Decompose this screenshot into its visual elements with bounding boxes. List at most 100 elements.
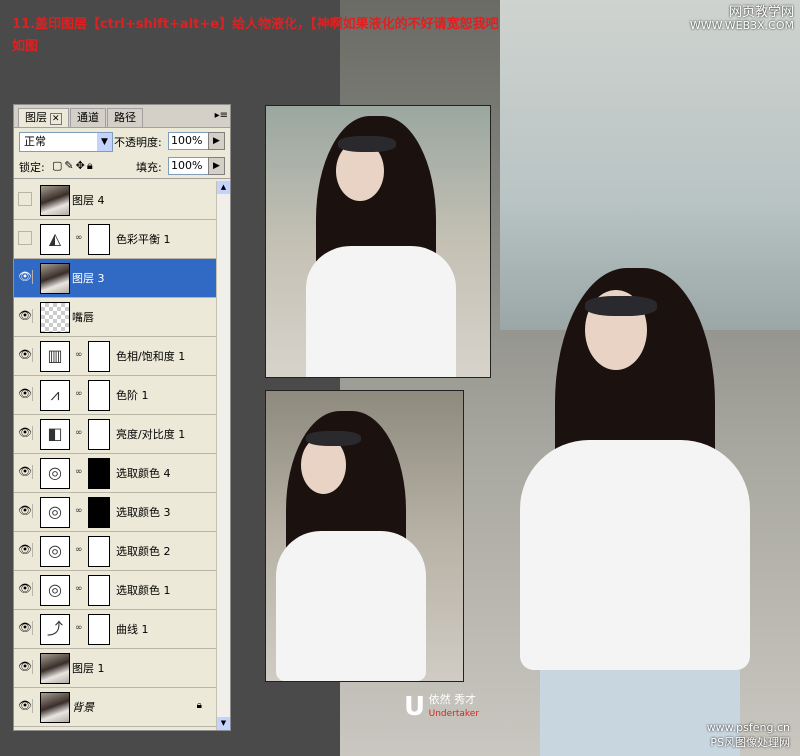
layer-name: 背景 — [72, 701, 94, 714]
eye-icon[interactable]: 👁︎ — [18, 660, 33, 674]
lock-icon: 🔒︎ — [196, 700, 202, 711]
layer-row[interactable]: 图层 4 — [14, 181, 216, 220]
layer-mask — [88, 536, 110, 567]
watermark-top: 网页教学网 WWW.WEB3X.COM — [690, 6, 794, 32]
layer-name: 色阶 1 — [116, 389, 149, 402]
lock-transparent-icon[interactable]: ▢ — [52, 159, 64, 172]
layer-row[interactable]: 👁︎ 嘴唇 — [14, 298, 216, 337]
tab-paths-label: 路径 — [114, 111, 136, 124]
layer-name: 曲线 1 — [116, 623, 149, 636]
shirt-shape — [276, 531, 426, 681]
heading-line-1: 11.盖印图层【ctrl+shift+alt+e】给人物液化，【神啊如果液化的不… — [12, 17, 499, 32]
layer-name: 色相/饱和度 1 — [116, 350, 186, 363]
balance-adjustment-icon: ◭ — [40, 224, 70, 255]
heading-line-2: 如图 — [12, 39, 39, 54]
blend-row: 正常 ▼ 不透明度: 100% ▶ — [14, 128, 230, 154]
layer-row[interactable]: 👁︎ ⩘ ∞ 色阶 1 — [14, 376, 216, 415]
sunglasses-shape — [585, 296, 657, 316]
lock-options: ▢✎✥🔒︎ — [52, 159, 95, 173]
brightness-contrast-icon: ◧ — [40, 419, 70, 450]
lock-paint-icon[interactable]: ✎ — [64, 159, 75, 172]
watermark-top-line-2: WWW.WEB3X.COM — [689, 19, 794, 32]
layer-thumbnail — [40, 185, 70, 216]
visibility-toggle[interactable] — [18, 192, 32, 206]
blend-mode-select[interactable]: 正常 ▼ — [19, 132, 113, 152]
layer-name: 图层 3 — [72, 272, 105, 285]
eye-icon[interactable]: 👁︎ — [18, 348, 33, 362]
eye-icon[interactable]: 👁︎ — [18, 621, 33, 635]
layer-mask — [88, 224, 110, 255]
layer-name: 色彩平衡 1 — [116, 233, 171, 246]
tab-layers[interactable]: 图层 ✕ — [18, 108, 69, 127]
fill-label: 填充: — [136, 161, 162, 174]
selective-color-icon: ◎ — [40, 536, 70, 567]
layer-name: 嘴唇 — [72, 311, 94, 324]
link-icon: ∞ — [75, 428, 83, 438]
watermark-site-name: PS风图像处理网 — [710, 736, 790, 749]
tab-paths[interactable]: 路径 — [107, 108, 143, 127]
link-icon: ∞ — [75, 506, 83, 516]
eye-icon[interactable]: 👁︎ — [18, 543, 33, 557]
scroll-up-icon[interactable]: ▲ — [217, 181, 230, 194]
watermark-top-line-1: 网页教学网 — [728, 5, 794, 20]
eye-icon[interactable]: 👁︎ — [18, 309, 33, 323]
link-icon: ∞ — [75, 389, 83, 399]
tab-channels[interactable]: 通道 — [70, 108, 106, 127]
eye-icon[interactable]: 👁︎ — [18, 426, 33, 440]
watermark-bottom-right: www.psfeng.cn PS风图像处理网 — [707, 720, 790, 750]
layers-scrollbar[interactable]: ▲ ▼ — [216, 181, 230, 730]
layer-thumbnail — [40, 263, 70, 294]
layer-row[interactable]: 👁︎ 图层 1 — [14, 649, 216, 688]
chevron-down-icon[interactable]: ▼ — [97, 133, 112, 151]
fill-slider-button[interactable]: ▶ — [208, 157, 225, 175]
layer-row[interactable]: 👁︎ ◎ ∞ 选取颜色 3 — [14, 493, 216, 532]
main-photo-subject — [500, 260, 800, 756]
selective-color-icon: ◎ — [40, 458, 70, 489]
link-icon: ∞ — [75, 545, 83, 555]
layer-mask — [88, 419, 110, 450]
layer-row[interactable]: 👁︎ 背景 🔒︎ — [14, 688, 216, 727]
layer-row[interactable]: ◭ ∞ 色彩平衡 1 — [14, 220, 216, 259]
layer-mask — [88, 341, 110, 372]
layer-name: 选取颜色 3 — [116, 506, 171, 519]
visibility-toggle[interactable] — [18, 231, 32, 245]
layer-name: 选取颜色 2 — [116, 545, 171, 558]
opacity-slider-button[interactable]: ▶ — [208, 132, 225, 150]
watermark-name: 依然 秀才 — [428, 693, 477, 706]
panel-menu-icon[interactable]: ▸≡ — [215, 110, 228, 121]
layer-mask — [88, 458, 110, 489]
layer-row[interactable]: 👁︎ ◎ ∞ 选取颜色 1 — [14, 571, 216, 610]
layer-row-selected[interactable]: 👁︎ 图层 3 — [14, 259, 216, 298]
eye-icon[interactable]: 👁︎ — [18, 387, 33, 401]
layer-name: 选取颜色 1 — [116, 584, 171, 597]
layer-row[interactable]: 👁︎ ⤴ ∞ 曲线 1 — [14, 610, 216, 649]
layer-row[interactable]: 👁︎ ◎ ∞ 选取颜色 4 — [14, 454, 216, 493]
scroll-down-icon[interactable]: ▼ — [217, 717, 230, 730]
eye-icon[interactable]: 👁︎ — [18, 699, 33, 713]
eye-icon[interactable]: 👁︎ — [18, 465, 33, 479]
eye-icon[interactable]: 👁︎ — [18, 504, 33, 518]
layer-row[interactable]: 👁︎ ◎ ∞ 选取颜色 2 — [14, 532, 216, 571]
close-icon[interactable]: ✕ — [50, 113, 62, 125]
eye-icon[interactable]: 👁︎ — [18, 582, 33, 596]
eye-icon[interactable]: 👁︎ — [18, 270, 33, 284]
hue-saturation-icon: ▥ — [40, 341, 70, 372]
layer-thumbnail — [40, 302, 70, 333]
lock-move-icon[interactable]: ✥ — [76, 159, 87, 172]
blend-mode-value: 正常 — [24, 135, 46, 148]
shirt-shape — [520, 440, 750, 670]
layer-mask — [88, 614, 110, 645]
watermark-sub: Undertaker — [428, 709, 480, 719]
tab-layers-label: 图层 — [25, 111, 47, 124]
layers-panel: 图层 ✕ 通道 路径 ▸≡ 正常 ▼ 不透明度: 100% ▶ 锁定: ▢✎✥🔒︎… — [13, 104, 231, 731]
layer-row[interactable]: 👁︎ ◧ ∞ 亮度/对比度 1 — [14, 415, 216, 454]
layer-list: 图层 4 ◭ ∞ 色彩平衡 1 👁︎ 图层 3 👁︎ 嘴唇 👁︎ ▥ ∞ 色相/… — [14, 181, 216, 727]
watermark-logo-letter: U — [404, 692, 426, 722]
tutorial-heading: 11.盖印图层【ctrl+shift+alt+e】给人物液化，【神啊如果液化的不… — [12, 14, 499, 58]
tab-channels-label: 通道 — [77, 111, 99, 124]
layer-row[interactable]: 👁︎ ▥ ∞ 色相/饱和度 1 — [14, 337, 216, 376]
layer-mask — [88, 497, 110, 528]
watermark-bottom: U 依然 秀才 Undertaker — [404, 692, 479, 722]
layer-name: 图层 4 — [72, 194, 105, 207]
lock-all-icon[interactable]: 🔒︎ — [87, 159, 95, 172]
